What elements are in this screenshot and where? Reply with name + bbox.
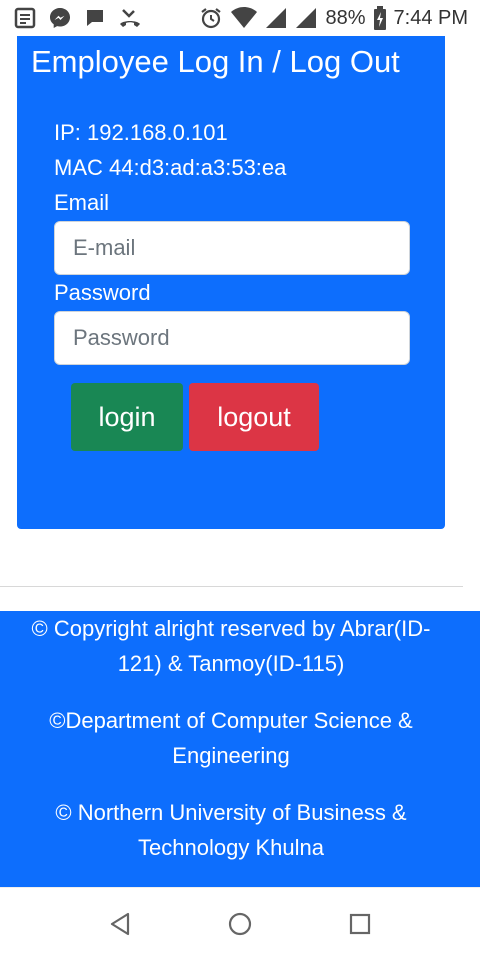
mac-address: MAC 44:d3:ad:a3:53:ea	[54, 155, 287, 180]
home-icon[interactable]	[226, 910, 254, 938]
department-text: ©Department of Computer Science & Engine…	[49, 708, 413, 768]
notes-icon	[14, 7, 36, 29]
password-field[interactable]	[54, 311, 410, 365]
copyright-text: © Copyright alright reserved by Abrar(ID…	[31, 616, 431, 676]
battery-charging-icon	[373, 6, 386, 30]
navigation-bar	[0, 887, 480, 960]
back-icon[interactable]	[106, 910, 134, 938]
clock: 7:44 PM	[393, 6, 468, 29]
email-field[interactable]	[54, 221, 410, 275]
login-card: Employee Log In / Log Out IP: 192.168.0.…	[17, 36, 445, 529]
recents-icon[interactable]	[346, 910, 374, 938]
signal-icon	[295, 7, 317, 29]
logout-button[interactable]: logout	[189, 383, 319, 451]
messenger-icon	[48, 6, 72, 30]
ip-address: IP: 192.168.0.101	[54, 120, 228, 145]
university-text: © Northern University of Business & Tech…	[55, 800, 407, 860]
signal-icon	[265, 7, 287, 29]
chat-icon	[84, 7, 106, 29]
footer: © Copyright alright reserved by Abrar(ID…	[0, 611, 480, 887]
notification-icons	[14, 6, 142, 30]
password-label: Password	[54, 280, 151, 305]
wifi-icon	[231, 7, 258, 29]
status-bar: 88% 7:44 PM	[0, 0, 480, 36]
login-button[interactable]: login	[71, 383, 183, 451]
system-icons: 88% 7:44 PM	[199, 6, 468, 30]
missed-call-icon	[118, 6, 142, 30]
battery-percent: 88%	[325, 6, 366, 29]
divider	[0, 586, 463, 587]
email-label: Email	[54, 190, 110, 215]
page-title: Employee Log In / Log Out	[31, 44, 400, 79]
alarm-icon	[199, 6, 223, 30]
